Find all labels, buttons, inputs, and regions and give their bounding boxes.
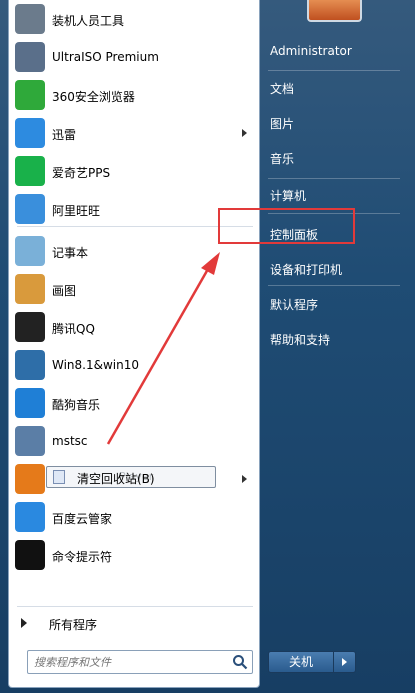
- remote-desktop-icon: [15, 426, 45, 456]
- paint-palette-icon: [15, 274, 45, 304]
- program-item[interactable]: 360安全浏览器: [9, 76, 259, 114]
- disc-icon: [15, 42, 45, 72]
- toolbox-icon: [15, 4, 45, 34]
- aliwangwang-icon: [15, 194, 45, 224]
- program-label: 阿里旺旺: [52, 204, 101, 218]
- program-label: 酷狗音乐: [52, 398, 101, 412]
- program-label: 命令提示符: [52, 550, 113, 564]
- program-label: UltraISO Premium: [52, 50, 159, 64]
- program-label: 百度云管家: [52, 512, 113, 526]
- qq-penguin-icon: [15, 312, 45, 342]
- right-link[interactable]: 图片: [270, 115, 294, 132]
- program-label: Win8.1&win10: [52, 358, 140, 372]
- program-item[interactable]: 腾讯QQ: [9, 308, 259, 346]
- right-link[interactable]: 计算机: [270, 187, 306, 204]
- media-player-icon: [15, 464, 45, 494]
- program-label: 记事本: [52, 246, 89, 260]
- right-link[interactable]: Administrator: [270, 44, 352, 58]
- all-programs-label: 所有程序: [49, 618, 98, 632]
- program-item[interactable]: 画图: [9, 270, 259, 308]
- search-box[interactable]: [27, 650, 253, 674]
- send-plane-icon: [15, 350, 45, 380]
- all-programs-button[interactable]: 所有程序: [9, 611, 259, 637]
- program-label: 爱奇艺PPS: [52, 166, 111, 180]
- right-link[interactable]: 设备和打印机: [270, 261, 342, 278]
- program-item[interactable]: 迅雷: [9, 114, 259, 152]
- iqiyi-icon: [15, 156, 45, 186]
- highlight-box: [218, 208, 355, 244]
- right-link[interactable]: 音乐: [270, 150, 294, 167]
- arrow-right-icon: [242, 129, 247, 137]
- program-item[interactable]: 百度云管家: [9, 498, 259, 536]
- baidu-cloud-icon: [15, 502, 45, 532]
- notepad-icon: [15, 236, 45, 266]
- separator: [268, 285, 400, 286]
- program-label: 装机人员工具: [52, 14, 125, 28]
- recycle-bin-icon: [53, 470, 65, 484]
- program-item[interactable]: mstsc: [9, 422, 259, 460]
- arrow-right-icon: [242, 475, 247, 483]
- program-item[interactable]: 命令提示符: [9, 536, 259, 574]
- browser-360-icon: [15, 80, 45, 110]
- program-label: 画图: [52, 284, 77, 298]
- program-item[interactable]: 爱奇艺PPS: [9, 152, 259, 190]
- separator: [17, 606, 253, 607]
- tooltip: Player 清空回收站(B): [46, 466, 216, 488]
- shutdown-button[interactable]: 关机: [268, 651, 334, 673]
- tooltip-text: 清空回收站(B): [77, 472, 155, 486]
- right-link[interactable]: 默认程序: [270, 296, 318, 313]
- arrow-right-icon: [21, 618, 27, 628]
- right-link[interactable]: 文档: [270, 80, 294, 97]
- separator: [268, 70, 400, 71]
- search-input[interactable]: [34, 654, 224, 670]
- shutdown-options-button[interactable]: [334, 651, 356, 673]
- program-label: mstsc: [52, 434, 88, 448]
- cmd-prompt-icon: [15, 540, 45, 570]
- kugou-icon: [15, 388, 45, 418]
- program-item[interactable]: UltraISO Premium: [9, 38, 259, 76]
- program-item[interactable]: 装机人员工具: [9, 0, 259, 38]
- program-item[interactable]: 酷狗音乐: [9, 384, 259, 422]
- thunder-bird-icon: [15, 118, 45, 148]
- right-link[interactable]: 帮助和支持: [270, 331, 330, 348]
- programs-panel: 装机人员工具 UltraISO Premium 360安全浏览器 迅雷爱奇艺PPS 阿里…: [8, 0, 260, 688]
- user-avatar[interactable]: [307, 0, 362, 22]
- search-icon[interactable]: [232, 654, 248, 670]
- program-label: 迅雷: [52, 128, 77, 142]
- separator: [268, 178, 400, 179]
- program-item[interactable]: Win8.1&win10: [9, 346, 259, 384]
- program-label: 360安全浏览器: [52, 90, 135, 104]
- program-label: 腾讯QQ: [52, 322, 95, 336]
